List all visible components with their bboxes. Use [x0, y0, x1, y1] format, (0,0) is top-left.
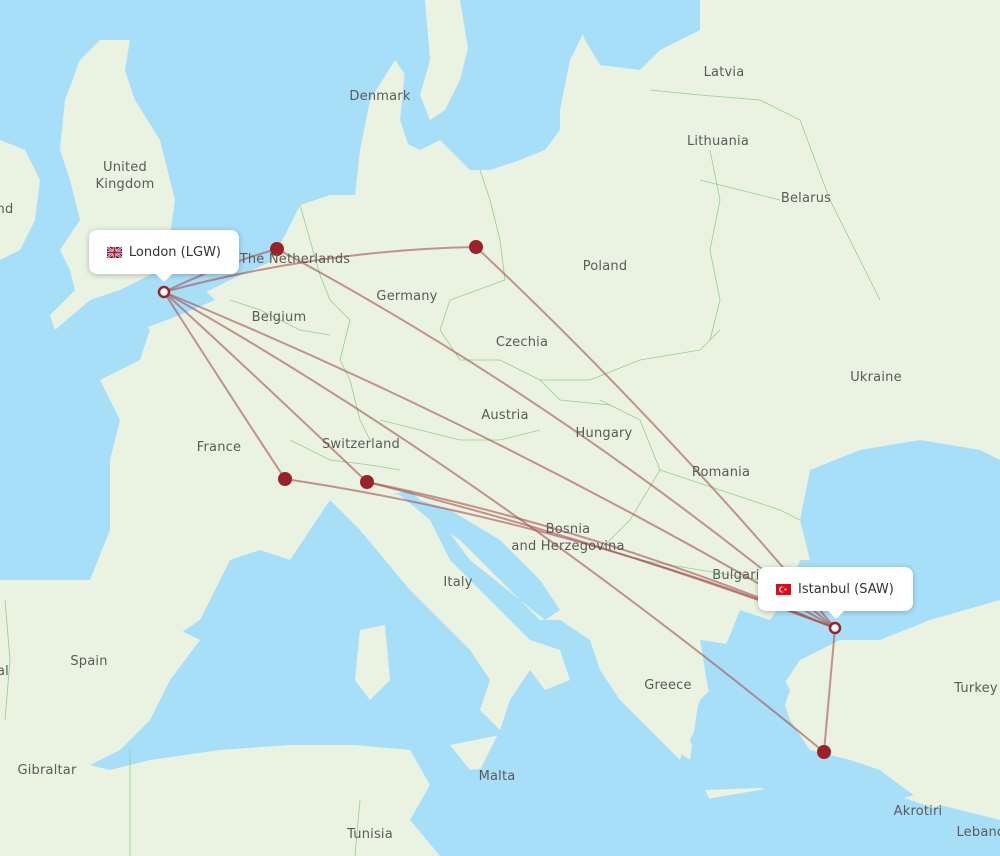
country-label: Czechia — [496, 335, 548, 350]
country-label: Lebanon — [956, 825, 1000, 840]
country-label: Gibraltar — [17, 763, 77, 778]
country-label: France — [197, 440, 241, 455]
country-label: Switzerland — [322, 437, 400, 452]
country-label: Greece — [644, 678, 691, 693]
gb-flag-icon — [107, 246, 122, 258]
country-label: Belarus — [781, 191, 831, 206]
tr-flag-icon — [776, 583, 791, 595]
marker-lyon[interactable] — [278, 472, 292, 486]
country-label: Tunisia — [346, 827, 393, 842]
country-label: Ukraine — [850, 370, 902, 385]
country-label: Denmark — [349, 89, 410, 104]
country-label: Spain — [70, 654, 107, 669]
country-label: United — [103, 160, 147, 175]
country-label: Kingdom — [96, 177, 155, 192]
country-label: Germany — [376, 289, 437, 304]
destination-popup[interactable]: Istanbul (SAW) — [758, 567, 913, 619]
country-label: Belgium — [252, 310, 307, 325]
country-label: Latvia — [704, 65, 745, 80]
country-label: nd — [0, 202, 13, 217]
country-label: Hungary — [576, 426, 633, 441]
country-label: Romania — [692, 465, 750, 480]
route-map[interactable]: Latvia Denmark Lithuania United Kingdom … — [0, 0, 1000, 856]
marker-dalaman[interactable] — [817, 745, 831, 759]
marker-milan[interactable] — [360, 475, 374, 489]
country-label: Italy — [443, 575, 472, 590]
country-label: al — [0, 664, 9, 679]
country-label: and Herzegovina — [511, 539, 624, 554]
country-label: Turkey — [953, 681, 998, 696]
origin-popup[interactable]: London (LGW) — [89, 230, 239, 282]
marker-berlin[interactable] — [469, 240, 483, 254]
country-label: Malta — [479, 769, 516, 784]
country-label: Austria — [481, 408, 528, 423]
country-label: Bosnia — [546, 522, 591, 537]
country-label: Poland — [583, 259, 628, 274]
origin-label: London (LGW) — [128, 244, 221, 260]
origin-marker[interactable] — [157, 285, 171, 299]
destination-marker[interactable] — [828, 621, 842, 635]
country-label: Lithuania — [687, 134, 749, 149]
country-label: Akrotiri — [894, 804, 943, 819]
destination-label: Istanbul (SAW) — [798, 581, 894, 597]
country-label: The Netherlands — [239, 252, 351, 267]
